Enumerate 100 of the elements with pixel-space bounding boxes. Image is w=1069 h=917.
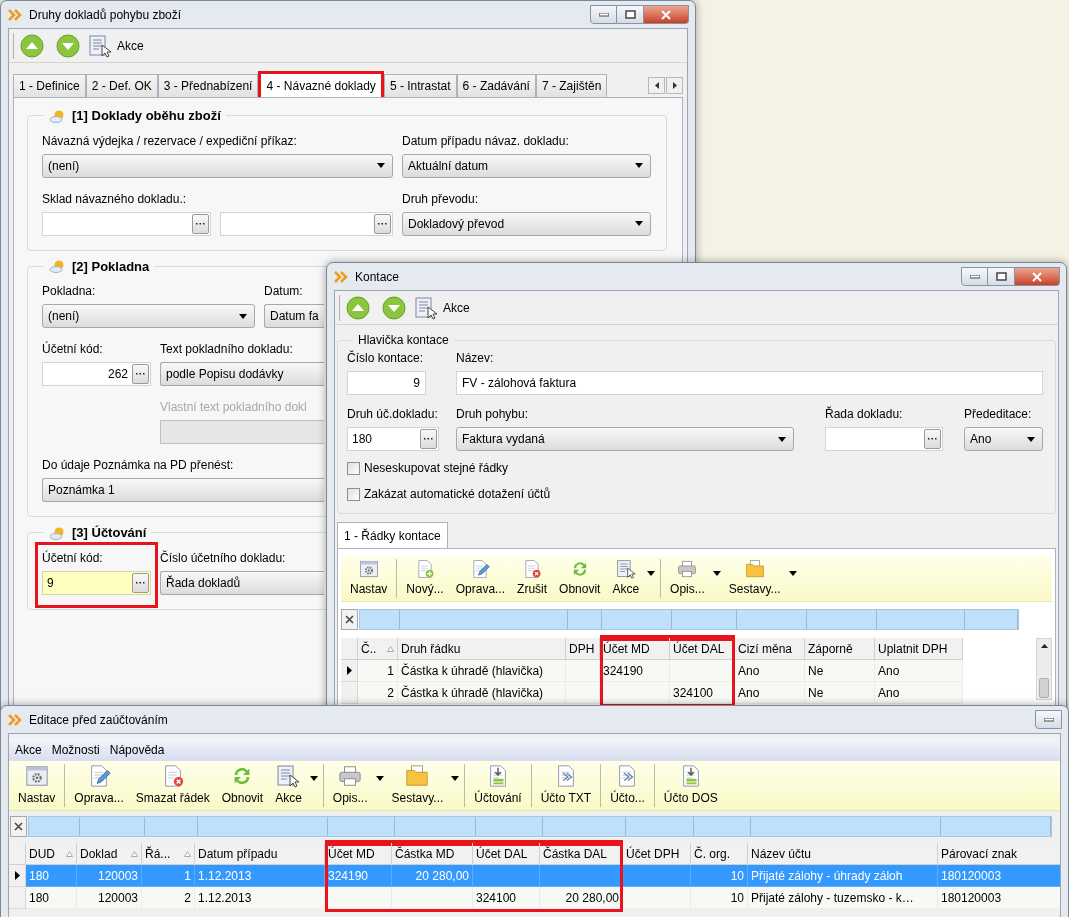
browse-button[interactable] [420,429,437,449]
input-field[interactable]: 9 [42,570,151,595]
dropdown[interactable]: Aktuální datum [402,153,651,178]
column-header[interactable]: Uplatnit DPH [875,638,963,660]
toolbar-button[interactable]: Nastav [344,559,394,598]
move-down-button[interactable] [56,33,80,58]
column-header[interactable]: Č.. [358,638,398,660]
checkbox-label[interactable]: Neseskupovat stejné řádky [364,459,509,477]
dropdown[interactable]: (není) [42,304,255,328]
scrollbar-thumb[interactable] [1039,678,1049,698]
browse-button[interactable] [132,364,149,384]
tab[interactable]: 6 - Zadávání [456,74,536,97]
toolbar-button[interactable]: Nový... [400,559,450,598]
column-header[interactable]: Řá... [142,843,195,865]
row-indicator[interactable] [341,660,358,682]
move-up-button[interactable] [346,295,370,320]
column-header[interactable]: Název účtu [748,843,938,865]
browse-button[interactable] [132,572,149,593]
tab[interactable]: 1 - Řádky kontace [337,522,448,548]
browse-button[interactable] [192,213,209,234]
tab[interactable]: 4 - Návazné doklady [258,71,384,97]
column-header[interactable]: Záporně [805,638,875,660]
browse-button[interactable] [924,429,941,449]
move-down-button[interactable] [382,295,406,320]
column-header[interactable]: Účet MD [325,843,392,865]
dropdown-button[interactable] [645,571,658,576]
actions-button[interactable]: Akce [86,33,146,58]
toolbar-button[interactable]: Zrušit [511,559,554,598]
column-header[interactable]: Cizí měna [735,638,805,660]
dropdown-button[interactable] [710,571,723,576]
input-field[interactable] [825,427,943,451]
dropdown[interactable]: (není) [42,153,393,178]
maximize-button[interactable] [988,267,1015,286]
actions-button[interactable]: Akce [412,295,472,320]
checkbox[interactable] [347,461,360,475]
toolbar-button[interactable]: Akce [269,764,308,807]
dropdown-button[interactable] [786,571,799,576]
minimize-button[interactable] [961,267,988,286]
column-header[interactable]: Částka DAL [540,843,623,865]
toolbar-button[interactable]: Smazat řádek [129,764,216,807]
dropdown-button[interactable] [307,776,320,781]
clear-filter-button[interactable] [341,608,358,630]
tab[interactable]: 1 - Definice [13,74,86,97]
column-header[interactable]: DUD [26,843,77,865]
column-header[interactable]: Částka MD [392,843,473,865]
dropdown[interactable]: Ano [964,427,1043,451]
dropdown[interactable]: Datum fa [264,304,324,328]
toolbar-button[interactable]: Akce [606,559,646,598]
dropdown-button[interactable] [373,776,386,781]
checkbox[interactable] [347,487,360,501]
column-header[interactable]: Účet DPH [623,843,691,865]
toolbar-button[interactable]: Nastav [12,764,62,807]
maximize-button[interactable] [617,5,644,24]
input-field[interactable] [42,211,211,236]
toolbar-button[interactable]: Opis... [326,764,374,807]
toolbar-button[interactable]: Účto... [604,764,651,807]
toolbar-button[interactable]: Obnovit [553,559,607,598]
column-header[interactable]: Druh řádku [398,638,566,660]
dropdown[interactable]: podle Popisu dodávky [160,362,324,386]
menu-item[interactable]: Nápověda [109,740,165,759]
close-button[interactable] [644,5,689,24]
toolbar-button[interactable]: Oprava... [68,764,130,807]
column-header[interactable]: Datum případu [195,843,325,865]
toolbar-button[interactable]: Opis... [664,559,711,598]
tab[interactable]: 5 - Intrastat [383,74,457,97]
minimize-button[interactable] [1035,710,1062,729]
menu-item[interactable]: Možnosti [51,740,100,759]
column-header[interactable]: Č. org. [691,843,748,865]
toolbar-button[interactable]: Oprava... [449,559,512,598]
toolbar-button[interactable]: Účto DOS [657,764,724,807]
tab[interactable]: 2 - Def. OK [85,74,158,97]
move-up-button[interactable] [20,33,44,58]
row-indicator[interactable] [9,865,26,887]
toolbar-button[interactable]: Obnovit [215,764,270,807]
dropdown[interactable]: Faktura vydaná [456,427,794,451]
minimize-button[interactable] [590,5,617,24]
browse-button[interactable] [374,213,391,234]
checkbox-label[interactable]: Zakázat automatické dotažení účtů [364,485,551,503]
input-field[interactable]: 180 [347,427,439,451]
dropdown[interactable]: Dokladový převod [402,211,651,236]
dropdown-button[interactable] [449,776,462,781]
input-field[interactable]: FV - zálohová faktura [456,371,1043,395]
toolbar-button[interactable]: Účtování [468,764,528,807]
tab-scroll-button[interactable] [648,77,665,94]
toolbar-button[interactable]: Účto TXT [534,764,598,807]
column-header[interactable]: Doklad [77,843,142,865]
input-field[interactable]: 262 [42,362,151,386]
dropdown[interactable]: Poznámka 1 [42,478,324,502]
dropdown[interactable]: Řada dokladů [160,570,324,595]
input-field[interactable]: 9 [347,371,426,395]
input-field[interactable] [220,211,393,236]
tab-scroll-button[interactable] [666,77,683,94]
column-header[interactable]: DPH [566,638,600,660]
column-header[interactable]: Účet DAL [670,638,735,660]
tab[interactable]: 3 - Přednabízení [157,74,259,97]
column-header[interactable]: Účet DAL [473,843,540,865]
column-header[interactable]: Účet MD [600,638,670,660]
toolbar-button[interactable]: Sestavy... [722,559,787,598]
tab[interactable]: 7 - Zajištěn [535,74,608,97]
clear-filter-button[interactable] [10,815,27,837]
